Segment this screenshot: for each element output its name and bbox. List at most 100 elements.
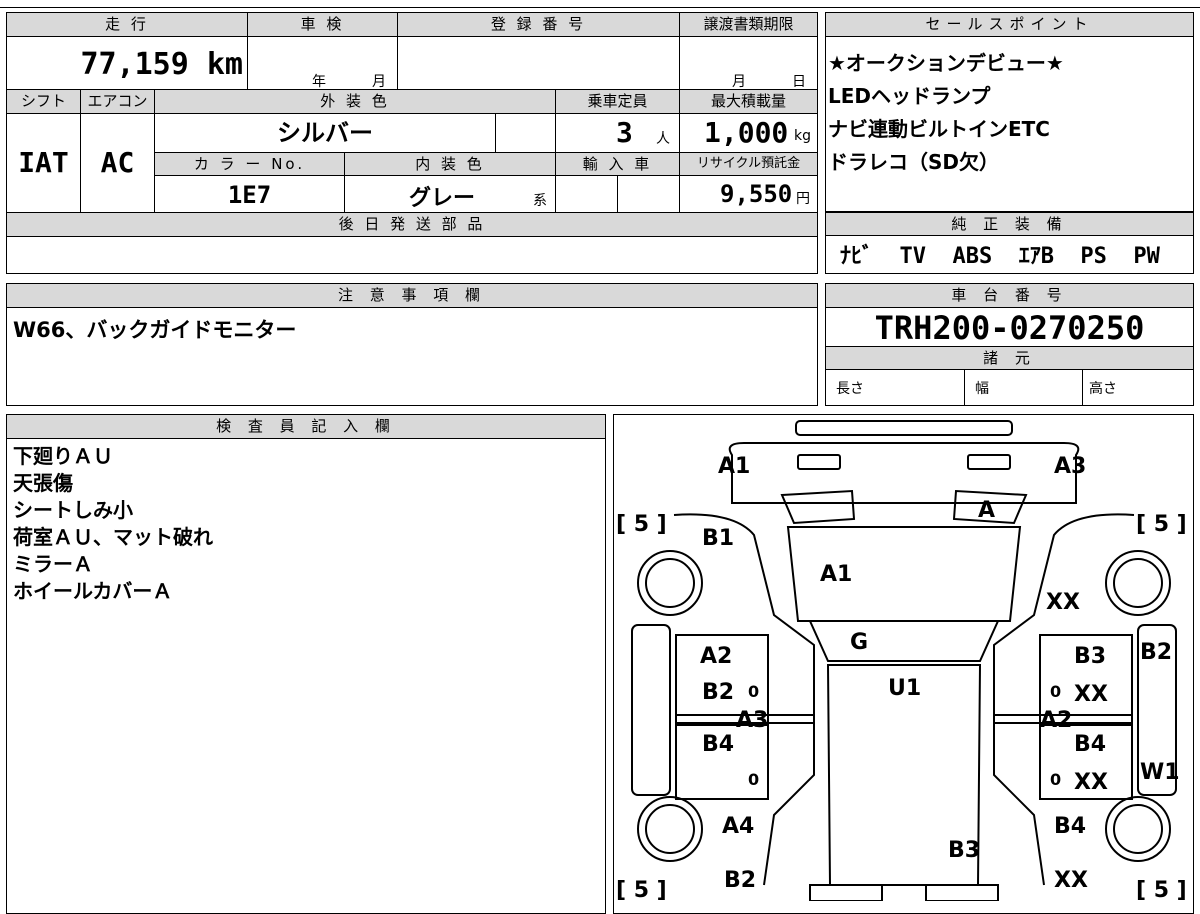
tire-front-right-grade: [ 5 ]	[1136, 512, 1187, 537]
import-value-1	[555, 176, 617, 212]
inspector-line: ホイールカバーＡ	[13, 579, 173, 603]
inspector-line: ミラーＡ	[13, 552, 93, 576]
capacity-value-cell: 3 人	[555, 114, 679, 152]
transfer-day-unit: 日	[792, 74, 806, 90]
mark-right-side-2: W1	[1140, 760, 1180, 785]
mark-right-quarter: B4	[1054, 814, 1086, 839]
max-load-label: 最大積載量	[679, 90, 817, 114]
vehicle-info-table: 走 行 車 検 登 録 番 号 譲渡書類期限 77,159 km 年 月 月 日…	[6, 12, 818, 274]
later-parts-label: 後 日 発 送 部 品	[7, 213, 817, 237]
sales-point-line: ドラレコ（SD欠）	[828, 150, 1000, 174]
capacity-label: 乗車定員	[555, 90, 679, 114]
car-diagram: A1 A3 A B1 A1 XX G U1 A2 B2 0 A3 B4 0 B3…	[616, 420, 1187, 901]
registration-label: 登 録 番 号	[397, 13, 679, 37]
tire-rear-left-grade: [ 5 ]	[616, 878, 667, 901]
inspector-line: 荷室ＡＵ、マット破れ	[13, 525, 213, 549]
mark-rear-center: B3	[948, 838, 980, 863]
exterior-color-extra	[495, 114, 555, 152]
sales-points-box: セールスポイント ★オークションデビュー★ LEDヘッドランプ ナビ連動ビルトイ…	[825, 12, 1194, 212]
genuine-equipment-box: 純 正 装 備 ﾅﾋﾞ TV ABS ｴｱB PS PW	[825, 212, 1194, 274]
mark-hood: A1	[820, 562, 852, 587]
mark-right-fender: XX	[1046, 590, 1080, 615]
mark-front-left: A1	[718, 454, 750, 479]
mark-left-rocker: A3	[736, 708, 768, 733]
mark-left-rear-door: B4	[702, 732, 734, 757]
chassis-number: TRH200-0270250	[874, 309, 1145, 347]
width-label: 幅	[964, 370, 1082, 405]
inspector-line: 天張傷	[13, 471, 73, 495]
shaken-year-unit: 年	[312, 74, 326, 90]
exterior-color-label: 外 装 色	[154, 90, 555, 114]
top-strip	[0, 0, 1200, 8]
registration-value	[397, 37, 679, 89]
interior-color-value: グレー	[409, 186, 476, 211]
import-label: 輸 入 車	[555, 152, 679, 176]
capacity-unit: 人	[656, 131, 670, 147]
tire-front-left-grade: [ 5 ]	[616, 512, 667, 537]
mark-left-fender: B1	[702, 526, 734, 551]
mark-right-side-1: B2	[1140, 640, 1172, 665]
sales-point-line: ナビ連動ビルトインETC	[828, 117, 1050, 141]
mileage-label: 走 行	[7, 13, 247, 37]
recycle-unit: 円	[796, 191, 810, 207]
interior-color-cell: グレー 系	[344, 176, 555, 212]
mark-left-front-door-1: A2	[700, 644, 732, 669]
later-parts-value	[7, 237, 817, 273]
interior-color-suffix: 系	[533, 193, 547, 209]
mark-left-front-door-val: 0	[748, 682, 759, 701]
sales-point-line: LEDヘッドランプ	[828, 84, 991, 108]
shift-value: IAT	[18, 146, 69, 179]
max-load-value-cell: 1,000 kg	[679, 114, 817, 152]
car-diagram-box: A1 A3 A B1 A1 XX G U1 A2 B2 0 A3 B4 0 B3…	[613, 414, 1194, 914]
mark-right-front-door-2: XX	[1074, 682, 1108, 707]
inspector-box: 検 査 員 記 入 欄 下廻りＡＵ 天張傷 シートしみ小 荷室ＡＵ、マット破れ …	[6, 414, 606, 914]
chassis-box: 車 台 番 号 TRH200-0270250 諸 元 長さ 幅 高さ	[825, 283, 1194, 406]
ac-label: エアコン	[80, 90, 154, 114]
mark-left-rear-door-val: 0	[748, 770, 759, 789]
tire-rear-right-grade: [ 5 ]	[1136, 878, 1187, 901]
specs-label: 諸 元	[826, 346, 1193, 370]
inspector-label: 検 査 員 記 入 欄	[7, 415, 605, 439]
mark-front-right: A3	[1054, 454, 1086, 479]
mark-right-rear-door-2: XX	[1074, 770, 1108, 795]
mark-right-front-door-1: B3	[1074, 644, 1106, 669]
interior-color-label: 内 装 色	[344, 152, 555, 176]
mark-left-front-door-2: B2	[702, 680, 734, 705]
sales-points-label: セールスポイント	[826, 13, 1193, 37]
shaken-label: 車 検	[247, 13, 397, 37]
exterior-color-value: シルバー	[154, 114, 495, 152]
mark-right-rocker: A2	[1040, 708, 1072, 733]
max-load-unit: kg	[794, 128, 811, 144]
mark-roof: U1	[888, 676, 921, 701]
transfer-deadline-label: 譲渡書類期限	[679, 13, 817, 37]
mark-front-glass-right: A	[978, 498, 995, 523]
mark-rear-left: B2	[724, 868, 756, 893]
shaken-value: 年 月	[247, 37, 397, 90]
mileage-value: 77,159 km	[80, 47, 243, 82]
shift-label: シフト	[7, 90, 80, 114]
max-load-value: 1,000	[704, 116, 789, 149]
notes-box: 注 意 事 項 欄 W66、バックガイドモニター	[6, 283, 818, 406]
transfer-deadline-value: 月 日	[679, 37, 817, 90]
shaken-month-unit: 月	[372, 74, 386, 90]
sales-points-list: ★オークションデビュー★ LEDヘッドランプ ナビ連動ビルトインETC ドラレコ…	[828, 47, 1064, 179]
height-label: 高さ	[1082, 370, 1193, 405]
chassis-label: 車 台 番 号	[826, 284, 1193, 308]
mark-right-rear-door-val: 0	[1050, 770, 1061, 789]
import-value-2	[617, 176, 679, 212]
mark-right-rear-door-1: B4	[1074, 732, 1106, 757]
inspector-line: シートしみ小	[13, 498, 133, 522]
transfer-month-unit: 月	[732, 74, 746, 90]
mark-rear-right: XX	[1054, 868, 1088, 893]
sales-point-line: ★オークションデビュー★	[828, 51, 1064, 75]
genuine-equipment-label: 純 正 装 備	[826, 212, 1193, 236]
recycle-value: 9,550	[720, 180, 793, 208]
recycle-label: リサイクル預託金	[679, 152, 817, 176]
notes-text: W66、バックガイドモニター	[13, 318, 297, 342]
mark-windshield: G	[850, 630, 868, 655]
genuine-equipment-items: ﾅﾋﾞ TV ABS ｴｱB PS PW	[840, 244, 1160, 269]
ac-value: AC	[80, 114, 154, 212]
mark-right-front-door-val: 0	[1050, 682, 1061, 701]
color-no-value: 1E7	[154, 176, 344, 212]
recycle-value-cell: 9,550 円	[679, 176, 817, 212]
